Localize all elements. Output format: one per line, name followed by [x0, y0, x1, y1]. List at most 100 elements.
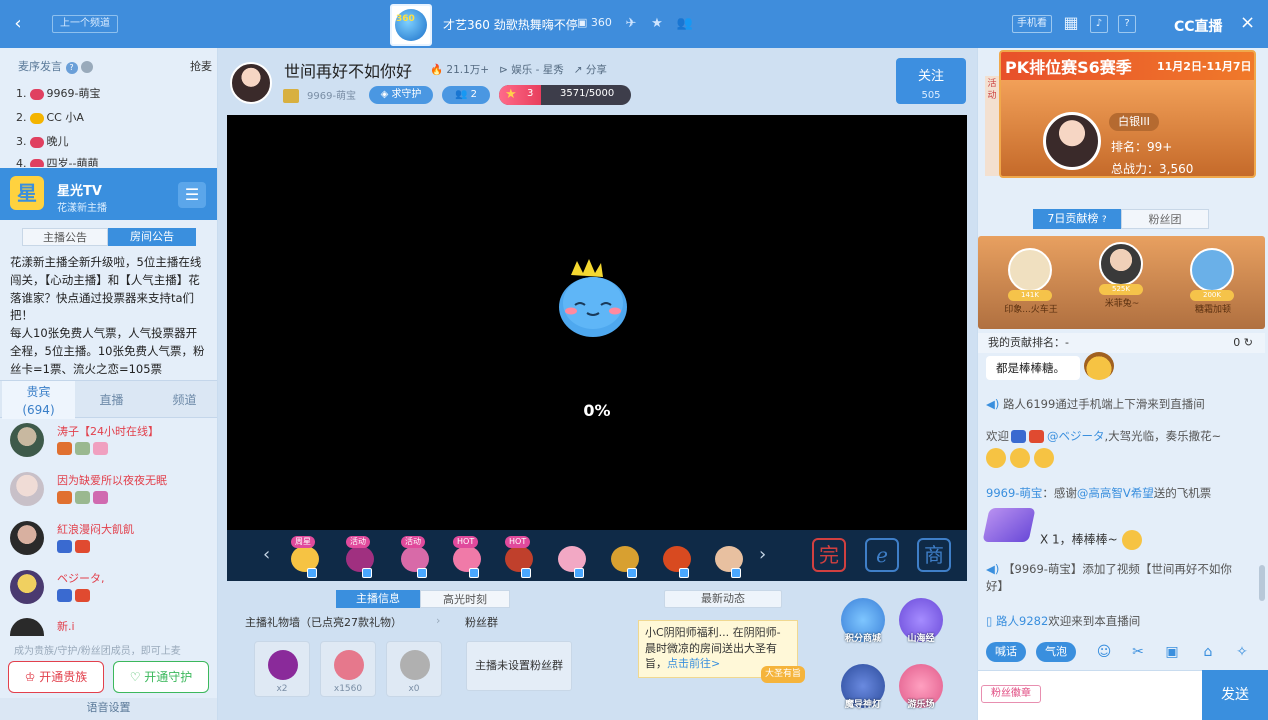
chat-message: ◀) 路人6199通过手机端上下滑来到直播间: [986, 397, 1205, 411]
pk-dates: 11月2日-11月7日: [1157, 60, 1252, 73]
send-button[interactable]: 发送: [1202, 670, 1268, 720]
chat-toolbar: 喊话 气泡 ☺ ✂ ▣ ⌂ ✧: [978, 642, 1265, 666]
chat-user[interactable]: @ベジータ: [1047, 429, 1105, 443]
mic-rank-item[interactable]: 2. CC 小A: [16, 109, 84, 125]
tab-channel[interactable]: 频道: [148, 381, 221, 419]
chat-user[interactable]: 9969-萌宝: [986, 486, 1042, 500]
level-value: 3: [527, 88, 534, 99]
vip-row[interactable]: 新.i: [10, 618, 210, 636]
news-header[interactable]: 最新动态: [664, 590, 782, 608]
prev-channel-button[interactable]: 上一个频道: [52, 15, 118, 33]
grab-mic-button[interactable]: 抢麦: [190, 58, 212, 74]
chat-user[interactable]: 路人9282: [996, 614, 1048, 628]
pk-rank: 排名：99+: [1111, 140, 1173, 154]
tab-vip[interactable]: 贵宾 (694): [2, 381, 75, 419]
tab-highlights[interactable]: 高光时刻: [420, 590, 510, 608]
close-button[interactable]: ×: [1240, 12, 1255, 33]
voice-settings-button[interactable]: 语音设置: [0, 698, 217, 720]
vip-row[interactable]: 紅浪漫闷大飢飢: [10, 521, 210, 569]
share-button[interactable]: 分享: [586, 64, 607, 76]
contributor-1[interactable]: 525K 米菲兔~: [1087, 238, 1157, 320]
open-guard-button[interactable]: ♡ 开通守护: [113, 661, 209, 693]
vip-row[interactable]: 因为缺爱所以夜夜无眠: [10, 472, 210, 520]
contributor-3[interactable]: 200K 糖霜加顿: [1178, 244, 1248, 326]
vip-name: 紅浪漫闷大飢飢: [57, 523, 134, 536]
vip-row[interactable]: 涛子【24小时在线】: [10, 423, 210, 471]
lock-icon[interactable]: ⌂: [1198, 642, 1218, 662]
gift-badge-icon: [469, 568, 479, 578]
tab-anchor-notice[interactable]: 主播公告: [22, 228, 108, 246]
gift-item[interactable]: [552, 536, 592, 578]
tab-fan-club[interactable]: 粉丝团: [1121, 209, 1209, 229]
menu-icon[interactable]: ☰: [178, 182, 206, 208]
bag-button[interactable]: ℯ: [865, 538, 899, 572]
laugh-emoji-icon: [1034, 448, 1054, 468]
help-button[interactable]: ?: [1118, 15, 1136, 33]
shop-button[interactable]: 商: [917, 538, 951, 572]
chevron-right-icon[interactable]: ›: [759, 544, 766, 565]
effects-icon[interactable]: ✧: [1232, 642, 1252, 662]
activity-side-tab[interactable]: 活动: [985, 76, 999, 176]
grid-icon[interactable]: ▦: [1062, 15, 1080, 33]
info-icon[interactable]: ?: [65, 62, 78, 74]
open-noble-button[interactable]: ♔ 开通贵族: [8, 661, 104, 693]
top3-contributors: 141K 印象...火车王 525K 米菲兔~ 200K 糖霜加顿: [978, 236, 1265, 329]
follow-button[interactable]: 关注 505: [896, 58, 966, 104]
emoji-icon[interactable]: ☺: [1094, 642, 1114, 662]
news-link[interactable]: 点击前往>: [667, 657, 720, 670]
airplane-icon[interactable]: ✈: [622, 15, 640, 33]
gift-item[interactable]: [657, 536, 697, 578]
gift-item[interactable]: HOT: [499, 536, 539, 578]
mic-rank-item[interactable]: 3. 晚儿: [16, 133, 69, 149]
points-mall-button[interactable]: 积分商城: [839, 598, 887, 646]
image-icon[interactable]: ▣: [1162, 642, 1182, 662]
news-card[interactable]: 小C阴阳师福利... 在阴阳师-晨时微凉的房间送出大圣有旨，点击前往> 大圣有旨: [638, 620, 805, 683]
tab-live[interactable]: 直播: [75, 381, 148, 419]
channel-logo[interactable]: 360: [390, 4, 432, 46]
fan-badge-button[interactable]: 粉丝徽章: [981, 685, 1041, 703]
playground-button[interactable]: 游乐场: [897, 664, 945, 712]
gift-item[interactable]: 周星: [285, 536, 325, 578]
task-button[interactable]: 完: [812, 538, 846, 572]
gift-item[interactable]: [605, 536, 645, 578]
tab-anchor-info[interactable]: 主播信息: [336, 590, 420, 608]
bell-icon[interactable]: ♪: [1090, 15, 1108, 33]
fans-count-button[interactable]: 👥 2: [442, 86, 490, 104]
pk-ranking-card[interactable]: PK排位赛S6赛季 11月2日-11月7日 白银III 排名：99+ 总战力：3…: [999, 50, 1256, 178]
anchor-avatar[interactable]: [230, 62, 272, 104]
gift-item[interactable]: HOT: [447, 536, 487, 578]
scissors-icon[interactable]: ✂: [1128, 642, 1148, 662]
room-category[interactable]: 娱乐 - 星秀: [511, 64, 563, 76]
back-button[interactable]: ‹: [8, 14, 28, 34]
pk-title: PK排位赛S6赛季: [1005, 58, 1132, 77]
chat-scrollbar[interactable]: [1259, 565, 1265, 601]
mic-rank-item[interactable]: 4. 四岁--萌萌: [16, 155, 98, 167]
shout-button[interactable]: 喊话: [986, 642, 1026, 662]
shanhaijing-button[interactable]: 山海经: [897, 598, 945, 646]
bubble-button[interactable]: 气泡: [1036, 642, 1076, 662]
gift-item[interactable]: 活动: [340, 536, 380, 578]
gift-item[interactable]: [709, 536, 749, 578]
avatar: [10, 472, 44, 506]
contributor-2[interactable]: 141K 印象...火车王: [996, 244, 1066, 326]
mic-rank-item[interactable]: 1. 9969-萌宝: [16, 85, 100, 101]
gift-item[interactable]: 活动: [395, 536, 435, 578]
wall-gift-item[interactable]: x1560: [320, 641, 376, 697]
star-icon[interactable]: ★: [648, 15, 666, 33]
tab-7day-contribution[interactable]: 7日贡献榜 ?: [1033, 209, 1121, 229]
vip-row[interactable]: ベジータ,: [10, 570, 210, 618]
chat-user[interactable]: @高高智V希望: [1077, 486, 1154, 500]
video-player[interactable]: 0%: [227, 115, 967, 530]
tab-room-notice[interactable]: 房间公告: [108, 228, 196, 246]
gift-tag: HOT: [453, 536, 479, 548]
wall-gift-item[interactable]: x2: [254, 641, 310, 697]
gift-badge-icon: [574, 568, 584, 578]
wall-gift-item[interactable]: x0: [386, 641, 442, 697]
seek-guard-button[interactable]: ◈ 求守护: [369, 86, 433, 104]
magic-lamp-button[interactable]: 魔导神灯: [839, 664, 887, 712]
users-icon[interactable]: 👥: [676, 15, 694, 33]
refresh-icon[interactable]: ↻: [1244, 336, 1253, 349]
phone-watch-button[interactable]: 手机看: [1012, 15, 1052, 33]
chevron-right-icon[interactable]: ›: [436, 614, 440, 627]
chevron-left-icon[interactable]: ‹: [263, 544, 270, 565]
